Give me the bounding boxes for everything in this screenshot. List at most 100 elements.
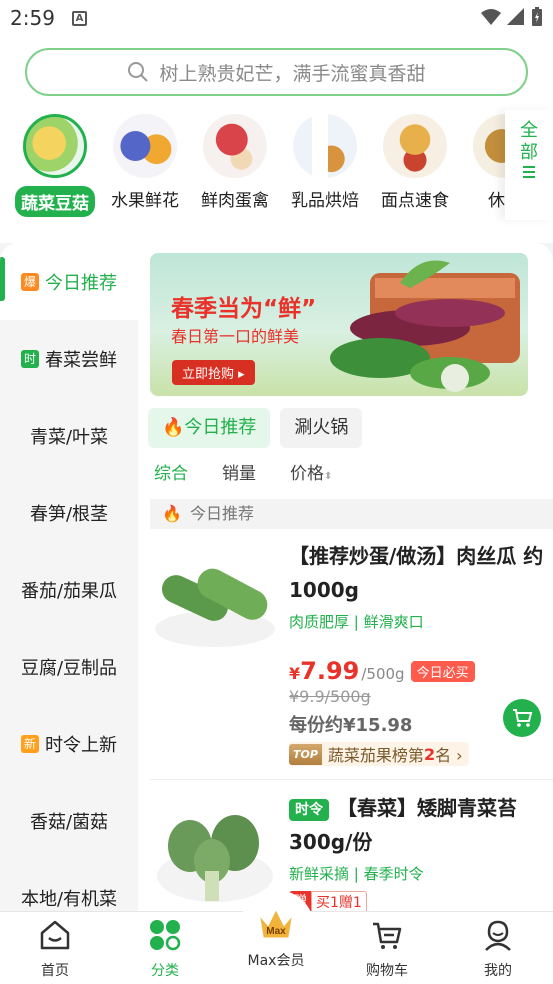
- nav-max-member[interactable]: Max Max会员: [221, 910, 331, 984]
- status-bar: 2:59 A: [0, 0, 553, 38]
- add-to-cart-button[interactable]: [503, 699, 541, 737]
- category-label: 乳品烘焙: [291, 191, 359, 211]
- sidebar-item-label: 番茄/茄果瓜: [20, 580, 118, 602]
- meat-image: [203, 114, 267, 178]
- content-panel: 爆 今日推荐 时 春菜尝鲜 青菜/叶菜 春笋/根茎 番茄/茄果瓜 豆腐/豆制品 …: [0, 243, 553, 911]
- nav-cart[interactable]: 购物车: [332, 912, 442, 984]
- category-label: 休闲: [488, 191, 505, 211]
- banner-buy-button[interactable]: 立即抢购 ▸: [172, 360, 255, 385]
- tab-label: 涮火锅: [294, 417, 349, 438]
- vegetables-image: [23, 114, 87, 178]
- category-snacks[interactable]: 休闲: [459, 110, 505, 211]
- sidebar-item-label: 今日推荐: [45, 272, 117, 294]
- sidebar-badge: 时: [21, 349, 39, 368]
- nav-label: 首页: [41, 963, 69, 979]
- sidebar-badge: 爆: [21, 272, 39, 291]
- header: 树上熟贵妃芒，满手流蜜真香甜 蔬菜豆菇 水果鲜花 鲜肉蛋禽 乳品烘焙 面点速食 …: [0, 38, 553, 243]
- sidebar-item-label: 春菜尝鲜: [45, 349, 117, 371]
- tabs: 🔥今日推荐 涮火锅: [148, 408, 363, 448]
- sort-sales[interactable]: 销量: [222, 459, 256, 484]
- sidebar-item-greens[interactable]: 青菜/叶菜: [0, 397, 138, 474]
- all-categories-button[interactable]: 全 部: [505, 110, 553, 220]
- sidebar-badge: 新: [21, 734, 39, 753]
- crown-icon: Max: [260, 910, 292, 938]
- sidebar-item-label: 香菇/菌菇: [29, 811, 109, 833]
- product-title: 【推荐炒蛋/做汤】肉丝瓜 约1000g: [289, 544, 544, 602]
- seasonal-chip: 时令: [289, 798, 329, 821]
- sidebar-item-tomato[interactable]: 番茄/茄果瓜: [0, 551, 138, 628]
- sort-price[interactable]: 价格⬍: [290, 459, 332, 484]
- main-list: 春季当为“鲜” 春日第一口的鲜美 立即抢购 ▸ 🔥今日推荐 涮火锅 综合 销量 …: [138, 243, 553, 911]
- rank-tag[interactable]: TOP 蔬菜茄果榜第 2 名 ›: [289, 742, 469, 766]
- sidebar-item-label: 青菜/叶菜: [29, 426, 109, 448]
- tab-today[interactable]: 🔥今日推荐: [148, 408, 271, 448]
- price-unit: /500g: [361, 665, 405, 683]
- price-value: 7.99: [300, 657, 360, 685]
- rank-text: 蔬菜茄果榜第: [327, 746, 424, 765]
- all-label-2: 部: [520, 142, 538, 163]
- sidebar-item-tofu[interactable]: 豆腐/豆制品: [0, 628, 138, 705]
- sort-arrows-icon: ⬍: [324, 471, 333, 482]
- tab-label: 今日推荐: [184, 417, 257, 438]
- cart-icon: [513, 709, 533, 727]
- nav-home[interactable]: 首页: [0, 912, 110, 984]
- sidebar-item-label: 豆腐/豆制品: [20, 657, 118, 679]
- nav-label: 我的: [484, 963, 512, 979]
- section-title: 今日推荐: [190, 504, 255, 523]
- status-time: 2:59: [10, 6, 55, 30]
- dairy-image: [293, 114, 357, 178]
- search-icon: [128, 62, 149, 82]
- signal-icon: [507, 8, 524, 25]
- product-title: 时令 【春菜】矮脚青菜苔300g/份: [289, 791, 551, 859]
- noodles-image: [383, 114, 447, 178]
- all-label-1: 全: [520, 120, 538, 141]
- category-label: 蔬菜豆菇: [15, 186, 95, 217]
- fire-icon: 🔥: [162, 417, 185, 438]
- sidebar-item-mushroom[interactable]: 香菇/菌菇: [0, 782, 138, 859]
- category-fruit[interactable]: 水果鲜花: [99, 110, 191, 211]
- category-vegetables[interactable]: 蔬菜豆菇: [9, 110, 101, 217]
- sort-bar: 综合 销量 价格⬍: [154, 459, 332, 484]
- per-serving-price: 每份约¥15.98: [289, 715, 413, 736]
- search-placeholder: 树上熟贵妃芒，满手流蜜真香甜: [159, 62, 426, 85]
- category-meat-eggs[interactable]: 鲜肉蛋禽: [189, 110, 281, 211]
- price-currency: ¥: [289, 664, 301, 683]
- banner-title: 春季当为“鲜”: [171, 296, 317, 322]
- status-icons: [481, 7, 543, 27]
- promo-banner[interactable]: 春季当为“鲜” 春日第一口的鲜美 立即抢购 ▸: [150, 253, 528, 396]
- category-noodles[interactable]: 面点速食: [369, 110, 461, 211]
- nav-label: 分类: [151, 963, 179, 979]
- fruit-image: [113, 114, 177, 178]
- sidebar-item-label: 春笋/根茎: [29, 503, 109, 525]
- menu-icon: [523, 166, 535, 178]
- original-price: ¥9.9/500g: [289, 687, 371, 706]
- sort-comprehensive[interactable]: 综合: [154, 459, 188, 484]
- cart-icon: [373, 922, 402, 949]
- sidebar-item-today[interactable]: 爆 今日推荐: [0, 243, 138, 320]
- product-image-luffa: [155, 568, 275, 647]
- banner-button-label: 立即抢购: [182, 367, 235, 382]
- search-bar[interactable]: 树上熟贵妃芒，满手流蜜真香甜: [25, 48, 528, 96]
- nav-category[interactable]: 分类: [110, 912, 220, 984]
- price-row: ¥ 7.99 /500g 今日必买: [289, 657, 475, 685]
- product-tagline: 肉质肥厚 | 鲜滑爽口: [289, 613, 424, 631]
- sidebar-item-organic[interactable]: 本地/有机菜: [0, 859, 138, 911]
- nav-label: Max会员: [247, 953, 305, 969]
- sort-price-label: 价格: [290, 464, 324, 484]
- gift-text: 买1赠1: [311, 891, 367, 911]
- sidebar-item-seasonal[interactable]: 新 时令上新: [0, 705, 138, 782]
- product-tagline: 新鲜采摘 | 春季时令: [289, 865, 424, 883]
- bottom-navigation: 首页 分类 Max Max会员 购物车 我的: [0, 890, 553, 984]
- nav-profile[interactable]: 我的: [443, 912, 553, 984]
- rank-suffix: 名 ›: [435, 746, 463, 765]
- svg-text:Max: Max: [266, 926, 286, 937]
- category-dairy[interactable]: 乳品烘焙: [279, 110, 371, 211]
- tab-hotpot[interactable]: 涮火锅: [280, 408, 363, 448]
- rank-number: 2: [423, 744, 436, 764]
- sidebar-item-spring[interactable]: 时 春菜尝鲜: [0, 320, 138, 397]
- section-header: 🔥 今日推荐: [150, 499, 553, 529]
- category-strip: 蔬菜豆菇 水果鲜花 鲜肉蛋禽 乳品烘焙 面点速食 休闲: [0, 110, 505, 220]
- profile-icon: [485, 920, 511, 951]
- wifi-icon: [481, 9, 501, 25]
- sidebar-item-bamboo[interactable]: 春笋/根茎: [0, 474, 138, 551]
